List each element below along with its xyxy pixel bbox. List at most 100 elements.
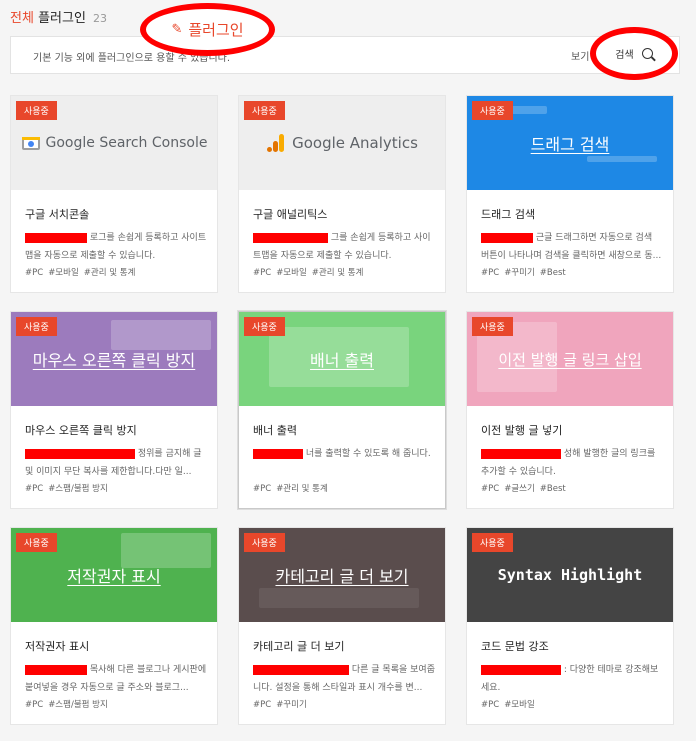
card-name: 드래그 검색 (481, 208, 536, 221)
tag[interactable]: #글쓰기 (504, 484, 535, 494)
plugin-card-previous-post-link[interactable]: 이전 발행 글 링크 삽입 사용중 이전 발행 글 넣기 성해 발행한 글의 링… (466, 311, 674, 509)
banner-text: 배너 출력 (310, 351, 374, 370)
plugin-card-syntax-highlight[interactable]: Syntax Highlight 사용중 코드 문법 강조 : 다양한 테마로 … (466, 527, 674, 725)
redaction-bar (253, 448, 303, 459)
tag[interactable]: #PC (253, 700, 271, 710)
card-tags: #PC #꾸미기 #Best (481, 266, 571, 278)
card-tags: #PC #모바일 (481, 698, 540, 710)
card-name: 구글 애널리틱스 (253, 208, 328, 221)
info-bar: 기본 기능 외에 플러그인으로 용할 수 있습니다. 보기 (10, 36, 680, 74)
status-badge: 사용중 (472, 533, 513, 552)
tag[interactable]: #꾸미기 (276, 700, 307, 710)
redaction-bar (481, 448, 561, 459)
card-description: : 다양한 테마로 강조해보세요. (481, 661, 663, 697)
tag[interactable]: #PC (481, 268, 499, 278)
plugin-card-banner-output[interactable]: 배너 출력 사용중 배너 출력 너를 출력할 수 있도록 해 줍니다. #PC #… (238, 311, 446, 509)
card-name: 저작권자 표시 (25, 640, 90, 653)
status-badge: 사용중 (472, 317, 513, 336)
redaction-bar (25, 448, 135, 459)
plugin-card-copyright[interactable]: 저작권자 표시 사용중 저작권자 표시 목사해 다른 블로그나 게시판에 붙여넣… (10, 527, 218, 725)
status-badge: 사용중 (16, 533, 57, 552)
tag[interactable]: #PC (481, 700, 499, 710)
search-console-logo: Google Search Console (21, 134, 208, 152)
title-accent: 전체 (10, 11, 34, 26)
banner-text: 이전 발행 글 링크 삽입 (498, 350, 642, 369)
tag[interactable]: #Best (540, 484, 566, 494)
status-badge: 사용중 (244, 317, 285, 336)
card-name: 코드 문법 강조 (481, 640, 549, 653)
plugin-annotation-label: 플러그인 (188, 21, 244, 39)
status-badge: 사용중 (16, 101, 57, 120)
plugin-card-google-analytics[interactable]: Google Analytics 사용중 구글 애널리틱스 그를 손쉽게 등록하… (238, 95, 446, 293)
card-name: 배너 출력 (253, 424, 297, 437)
card-description: 로그를 손쉽게 등록하고 사이트맵을 자동으로 제출할 수 있습니다. (25, 229, 207, 265)
card-tags: #PC #글쓰기 #Best (481, 482, 571, 494)
card-description: 목사해 다른 블로그나 게시판에 붙여넣을 경우 자동으로 글 주소와 블로그.… (25, 661, 207, 697)
tag[interactable]: #관리 및 통계 (84, 268, 136, 278)
title-main: 플러그인 (38, 11, 86, 26)
card-tags: #PC #스팸/불펌 방지 (25, 698, 113, 710)
search-button[interactable]: 검색 (590, 27, 678, 80)
tag[interactable]: #Best (540, 268, 566, 278)
tag[interactable]: #모바일 (48, 268, 79, 278)
tag[interactable]: #PC (253, 484, 271, 494)
plugin-annotation: ✎ 플러그인 (140, 3, 275, 56)
redaction-bar (481, 232, 533, 243)
banner-text: 저작권자 표시 (67, 567, 161, 586)
card-tags: #PC #모바일 #관리 및 통계 (25, 266, 140, 278)
plugin-card-right-click-block[interactable]: 마우스 오른쪽 클릭 방지 사용중 마우스 오른쪽 클릭 방지 정위를 금지해 … (10, 311, 218, 509)
card-description: 그를 손쉽게 등록하고 사이트맵을 자동으로 제출할 수 있습니다. (253, 229, 435, 265)
page-title: 전체 플러그인 23 (10, 7, 107, 26)
card-tags: #PC #스팸/불펌 방지 (25, 482, 113, 494)
tag[interactable]: #PC (481, 484, 499, 494)
card-desc-text: 너를 출력할 수 있도록 해 줍니다. (305, 449, 431, 459)
tag[interactable]: #PC (25, 484, 43, 494)
card-description: 근글 드래그하면 자동으로 검색 버튼이 나타나며 검색을 클릭하면 새창으로 … (481, 229, 663, 265)
top-bar: 전체 플러그인 23 (0, 0, 696, 34)
redaction-bar (25, 232, 87, 243)
tag[interactable]: #관리 및 통계 (276, 484, 328, 494)
more-link[interactable]: 보기 (571, 48, 589, 63)
tag[interactable]: #PC (253, 268, 271, 278)
plugin-card-drag-search[interactable]: 드래그 검색 사용중 드래그 검색 근글 드래그하면 자동으로 검색 버튼이 나… (466, 95, 674, 293)
banner-text: 드래그 검색 (530, 135, 610, 154)
edit-icon: ✎ (171, 22, 183, 37)
redaction-bar (253, 664, 349, 675)
banner-text: Google Analytics (292, 134, 418, 152)
banner-text: 카테고리 글 더 보기 (275, 567, 409, 586)
status-badge: 사용중 (16, 317, 57, 336)
status-badge: 사용중 (244, 101, 285, 120)
tag[interactable]: #PC (25, 700, 43, 710)
plugin-card-search-console[interactable]: Google Search Console 사용중 구글 서치콘솔 로그를 손쉽… (10, 95, 218, 293)
banner-text: Google Search Console (45, 135, 208, 151)
tag[interactable]: #모바일 (504, 700, 535, 710)
google-analytics-logo: Google Analytics (266, 133, 418, 153)
card-description: 성해 발행한 글의 링크를 추가할 수 있습니다. (481, 445, 663, 481)
banner-text: 마우스 오른쪽 클릭 방지 (32, 351, 196, 370)
redaction-bar (253, 232, 328, 243)
card-description: 정위를 금지해 글 및 이미지 무단 복사를 제한합니다.다만 일... (25, 445, 207, 481)
plugin-count: 23 (93, 12, 108, 25)
search-console-icon (21, 137, 40, 150)
analytics-icon (267, 134, 285, 152)
search-icon (641, 48, 653, 59)
status-badge: 사용중 (244, 533, 285, 552)
plugin-card-category-more[interactable]: 카테고리 글 더 보기 사용중 카테고리 글 더 보기 다른 글 목록을 보여줍… (238, 527, 446, 725)
tag[interactable]: #스팸/불펌 방지 (48, 484, 108, 494)
card-description: 너를 출력할 수 있도록 해 줍니다. (253, 445, 435, 481)
card-tags: #PC #꾸미기 (253, 698, 312, 710)
card-name: 구글 서치콘솔 (25, 208, 90, 221)
tag[interactable]: #PC (25, 268, 43, 278)
status-badge: 사용중 (472, 101, 513, 120)
card-tags: #PC #관리 및 통계 (253, 482, 333, 494)
card-tags: #PC #모바일 #관리 및 통계 (253, 266, 368, 278)
tag[interactable]: #관리 및 통계 (312, 268, 364, 278)
card-description: 다른 글 목록을 보여줍니다. 설정을 통해 스타일과 표시 개수를 변... (253, 661, 435, 697)
tag[interactable]: #모바일 (276, 268, 307, 278)
search-label: 검색 (615, 50, 634, 61)
card-name: 마우스 오른쪽 클릭 방지 (25, 424, 137, 437)
card-name: 이전 발행 글 넣기 (481, 424, 563, 437)
tag[interactable]: #스팸/불펌 방지 (48, 700, 108, 710)
tag[interactable]: #꾸미기 (504, 268, 535, 278)
redaction-bar (25, 664, 87, 675)
